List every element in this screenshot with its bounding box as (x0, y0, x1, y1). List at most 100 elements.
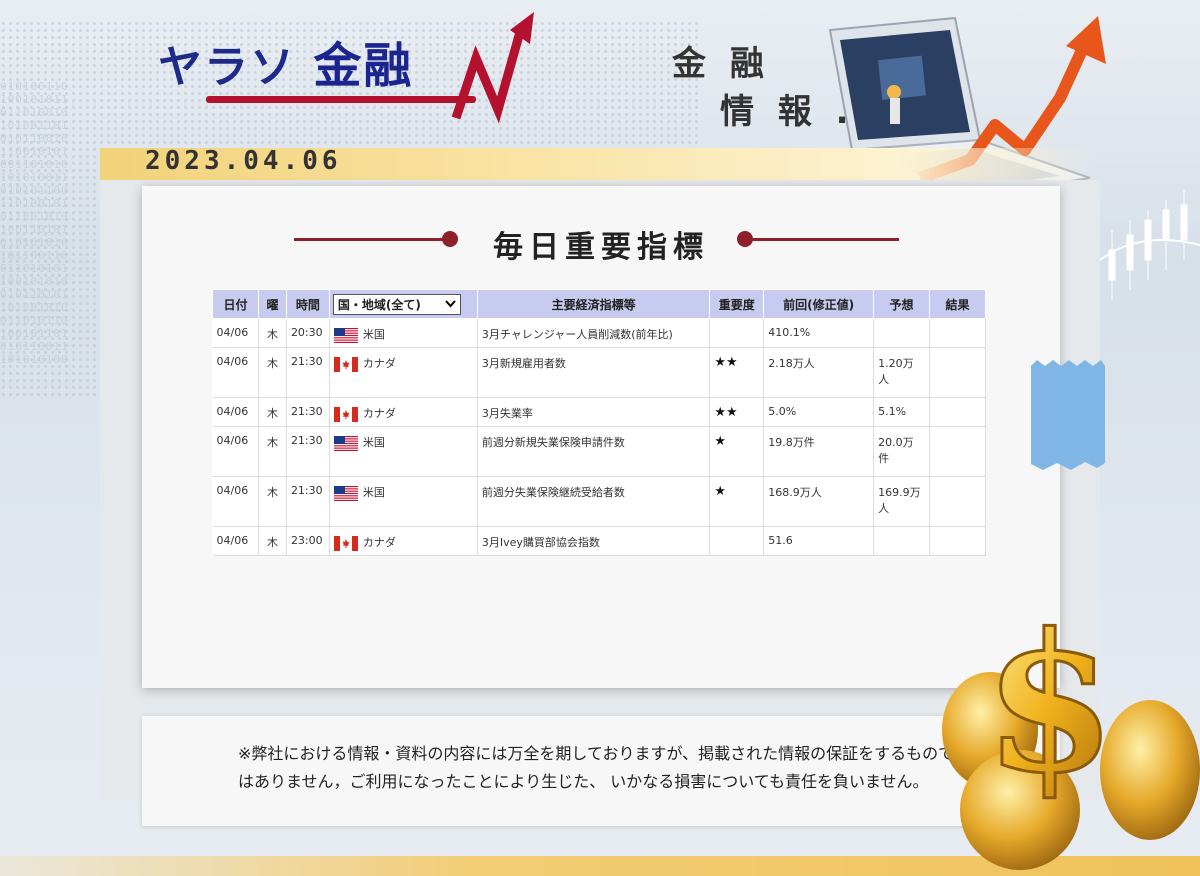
cell-indicator-text: 3月Ivey購買部協会指数 (481, 536, 600, 549)
cell-importance (709, 318, 765, 348)
cell-importance: ★ (709, 476, 765, 527)
subtitle-line1: 金 融 (672, 44, 770, 84)
cell-day-text: 木 (266, 486, 278, 499)
cell-indicator-text: 3月新規雇用者数 (481, 357, 566, 370)
indicators-table: 日付 曜 時間 国・地域(全て) 主要経済指標等 重要度 前回(修正値) 予想 … (212, 289, 986, 556)
cell-date: 04/06 (212, 397, 259, 427)
cell-indicator-text: 3月失業率 (481, 407, 533, 420)
cell-indicator-text: 前週分新規失業保険申請件数 (481, 436, 625, 449)
cell-time: 21:30 (286, 426, 330, 477)
header-importance: 重要度 (709, 289, 765, 319)
candlestick-decoration-icon (1100, 190, 1200, 300)
cell-country: 米国 (329, 426, 478, 477)
cell-importance: ★★ (709, 347, 765, 398)
cell-day-text: 木 (266, 357, 278, 370)
header-time: 時間 (285, 289, 330, 319)
canada-flag-icon (333, 356, 363, 372)
cell-previous-text: 5.0% (768, 405, 797, 418)
cell-importance-text: ★ (714, 434, 726, 449)
country-name: 米国 (362, 486, 385, 499)
cell-importance: ★ (709, 426, 765, 477)
cell-result (929, 476, 986, 527)
cell-indicator-text: 3月チャレンジャー人員削減数(前年比) (481, 328, 673, 341)
cell-time: 21:30 (286, 397, 330, 427)
cell-indicator: 3月Ivey購買部協会指数 (477, 526, 711, 556)
cell-importance-text: ★★ (714, 405, 738, 420)
cell-previous: 51.6 (763, 526, 875, 556)
table-row: 04/06 木 21:30 カナダ 3月失業率 ★★ 5.0% 5.1% (212, 397, 986, 427)
cell-previous: 410.1% (763, 318, 875, 348)
blue-sticky-note-icon (1031, 360, 1105, 470)
us-flag-icon (333, 485, 363, 501)
cell-date-text: 04/06 (216, 355, 249, 368)
header-country: 国・地域(全て) (328, 289, 478, 319)
site-logo[interactable]: ヤラソ 金融 (158, 12, 538, 126)
table-header-row: 日付 曜 時間 国・地域(全て) 主要経済指標等 重要度 前回(修正値) 予想 … (212, 289, 986, 319)
cell-time: 21:30 (286, 476, 330, 527)
cell-indicator: 前週分失業保険継続受給者数 (477, 476, 711, 527)
cell-result (929, 347, 986, 398)
cell-date-text: 04/06 (216, 534, 249, 547)
cell-forecast-text: 1.20万 人 (878, 357, 914, 386)
logo-underline (206, 96, 476, 103)
cell-date: 04/06 (212, 318, 259, 348)
cell-day-text: 木 (266, 436, 278, 449)
table-body: 04/06 木 20:30 米国 3月チャレンジャー人員削減数(前年比) 410.1% 04… (212, 318, 986, 556)
cell-time-text: 21:30 (290, 484, 323, 497)
cell-previous-text: 410.1% (768, 326, 811, 339)
logo-arrow-icon (451, 12, 534, 124)
cell-country: カナダ (329, 397, 478, 427)
chevron-down-icon (445, 297, 456, 311)
cell-time: 21:30 (286, 347, 330, 398)
section-title: 毎日重要指標 (493, 230, 709, 265)
header-forecast: 予想 (873, 289, 931, 319)
header-result: 結果 (929, 289, 986, 319)
country-select-value: 国・地域(全て) (337, 297, 421, 312)
country-name: カナダ (362, 357, 396, 370)
cell-day-text: 木 (266, 328, 278, 341)
cell-day: 木 (258, 347, 287, 398)
header-day: 曜 (257, 289, 287, 319)
cell-country: 米国 (329, 476, 478, 527)
cell-forecast: 20.0万 件 (873, 426, 931, 477)
cell-date: 04/06 (212, 426, 259, 477)
cell-time: 20:30 (286, 318, 330, 348)
gold-dollar-coins-icon: $ (942, 591, 1200, 870)
svg-text:$: $ (984, 592, 1116, 815)
background-binary-pattern: 010100110 100101011 011010010 101001101 0101… (0, 80, 69, 366)
canada-flag-icon (333, 535, 363, 551)
cell-previous-text: 168.9万人 (768, 486, 822, 499)
cell-country: カナダ (329, 526, 478, 556)
cell-importance (709, 526, 765, 556)
header-indicator: 主要経済指標等 (476, 289, 711, 319)
cell-indicator: 3月失業率 (477, 397, 711, 427)
cell-previous: 19.8万件 (763, 426, 875, 477)
cell-indicator-text: 前週分失業保険継続受給者数 (481, 486, 625, 499)
cell-result (929, 397, 986, 427)
cell-time-text: 20:30 (290, 326, 323, 339)
cell-date: 04/06 (212, 526, 259, 556)
table-row: 04/06 木 21:30 米国 前週分失業保険継続受給者数 ★ 168.9万人 169.9万… (212, 476, 986, 527)
cell-forecast: 169.9万 人 (873, 476, 931, 527)
cell-day-text: 木 (266, 407, 278, 420)
cell-time-text: 21:30 (290, 355, 323, 368)
cell-indicator: 3月新規雇用者数 (477, 347, 711, 398)
cell-previous: 168.9万人 (763, 476, 875, 527)
country-name: 米国 (362, 436, 385, 449)
table-row: 04/06 木 23:00 カナダ 3月Ivey購買部協会指数 51.6 (212, 526, 986, 556)
cell-day: 木 (258, 426, 287, 477)
cell-importance-text: ★ (714, 484, 726, 499)
cell-date: 04/06 (212, 347, 259, 398)
country-name: カナダ (362, 536, 396, 549)
cell-date: 04/06 (212, 476, 259, 527)
header-previous: 前回(修正値) (763, 289, 875, 319)
cell-importance-text: ★★ (714, 355, 738, 370)
cell-time-text: 21:30 (290, 405, 323, 418)
cell-forecast-text: 169.9万 人 (878, 486, 921, 515)
cell-previous-text: 51.6 (768, 534, 793, 547)
country-region-select[interactable]: 国・地域(全て) (332, 293, 461, 315)
cell-date-text: 04/06 (216, 326, 249, 339)
cell-forecast-text: 20.0万 件 (878, 436, 914, 465)
cell-date-text: 04/06 (216, 484, 249, 497)
cell-date-text: 04/06 (216, 434, 249, 447)
